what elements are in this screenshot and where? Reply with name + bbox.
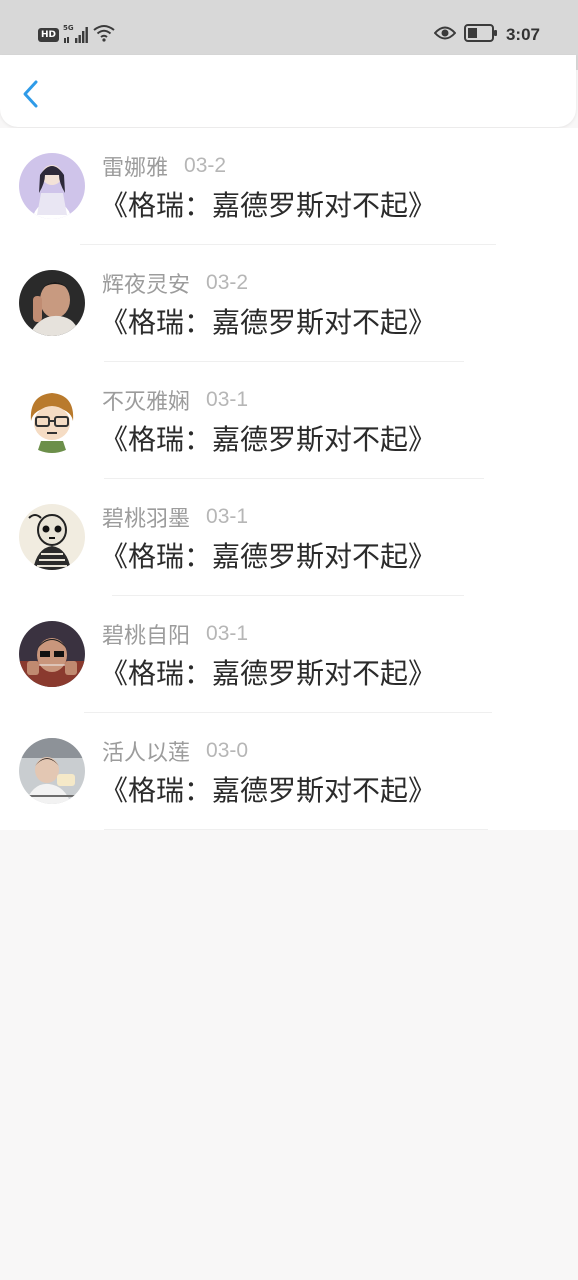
hd-badge: HD (38, 28, 60, 42)
avatar (19, 387, 85, 453)
item-title: 《格瑞：嘉德罗斯对不起》 (100, 423, 437, 456)
status-left: HD 5G (38, 24, 115, 46)
list-item[interactable]: 活人以莲 03-0 《格瑞：嘉德罗斯对不起》 (0, 713, 578, 830)
avatar (19, 504, 85, 570)
divider (104, 829, 488, 830)
status-right: 3:07 (433, 22, 540, 48)
item-title: 《格瑞：嘉德罗斯对不起》 (100, 774, 437, 807)
author-name: 雷娜雅 (102, 156, 169, 181)
item-meta: 不灭雅娴 03-1 (102, 384, 248, 416)
list-item[interactable]: 不灭雅娴 03-1 《格瑞：嘉德罗斯对不起》 (0, 362, 578, 479)
item-meta: 活人以莲 03-0 (102, 735, 248, 767)
list-item[interactable]: 雷娜雅 03-2 《格瑞：嘉德罗斯对不起》 (0, 128, 578, 245)
signal-icon: 5G (63, 24, 89, 45)
item-meta: 辉夜灵安 03-2 (102, 267, 248, 299)
post-date: 03-0 (206, 739, 249, 762)
avatar (19, 270, 85, 336)
avatar (19, 153, 85, 219)
avatar (19, 738, 85, 804)
wifi-icon (93, 24, 115, 46)
author-name: 不灭雅娴 (102, 390, 191, 415)
item-title: 《格瑞：嘉德罗斯对不起》 (100, 189, 437, 222)
item-meta: 碧桃自阳 03-1 (102, 618, 248, 650)
clock: 3:07 (505, 25, 540, 44)
list-item[interactable]: 碧桃羽墨 03-1 《格瑞：嘉德罗斯对不起》 (0, 479, 578, 596)
author-name: 碧桃羽墨 (102, 507, 191, 532)
item-title: 《格瑞：嘉德罗斯对不起》 (100, 657, 437, 690)
post-date: 03-2 (184, 154, 227, 177)
comment-list: 雷娜雅 03-2 《格瑞：嘉德罗斯对不起》 辉夜灵安 03-2 《格瑞：嘉德罗斯… (0, 128, 578, 830)
post-date: 03-1 (206, 505, 249, 528)
list-item[interactable]: 辉夜灵安 03-2 《格瑞：嘉德罗斯对不起》 (0, 245, 578, 362)
chevron-left-icon (23, 80, 38, 108)
header-bar (0, 55, 576, 127)
author-name: 碧桃自阳 (102, 624, 191, 649)
author-name: 活人以莲 (102, 741, 191, 766)
post-date: 03-1 (206, 622, 249, 645)
item-title: 《格瑞：嘉德罗斯对不起》 (100, 540, 437, 573)
item-meta: 雷娜雅 03-2 (102, 150, 226, 182)
back-button[interactable] (16, 77, 46, 111)
avatar (19, 621, 85, 687)
eye-icon (433, 25, 457, 45)
battery-icon (463, 24, 498, 46)
post-date: 03-2 (206, 271, 249, 294)
author-name: 辉夜灵安 (102, 273, 191, 298)
item-title: 《格瑞：嘉德罗斯对不起》 (100, 306, 437, 339)
list-item[interactable]: 碧桃自阳 03-1 《格瑞：嘉德罗斯对不起》 (0, 596, 578, 713)
post-date: 03-1 (206, 388, 249, 411)
item-meta: 碧桃羽墨 03-1 (102, 501, 248, 533)
